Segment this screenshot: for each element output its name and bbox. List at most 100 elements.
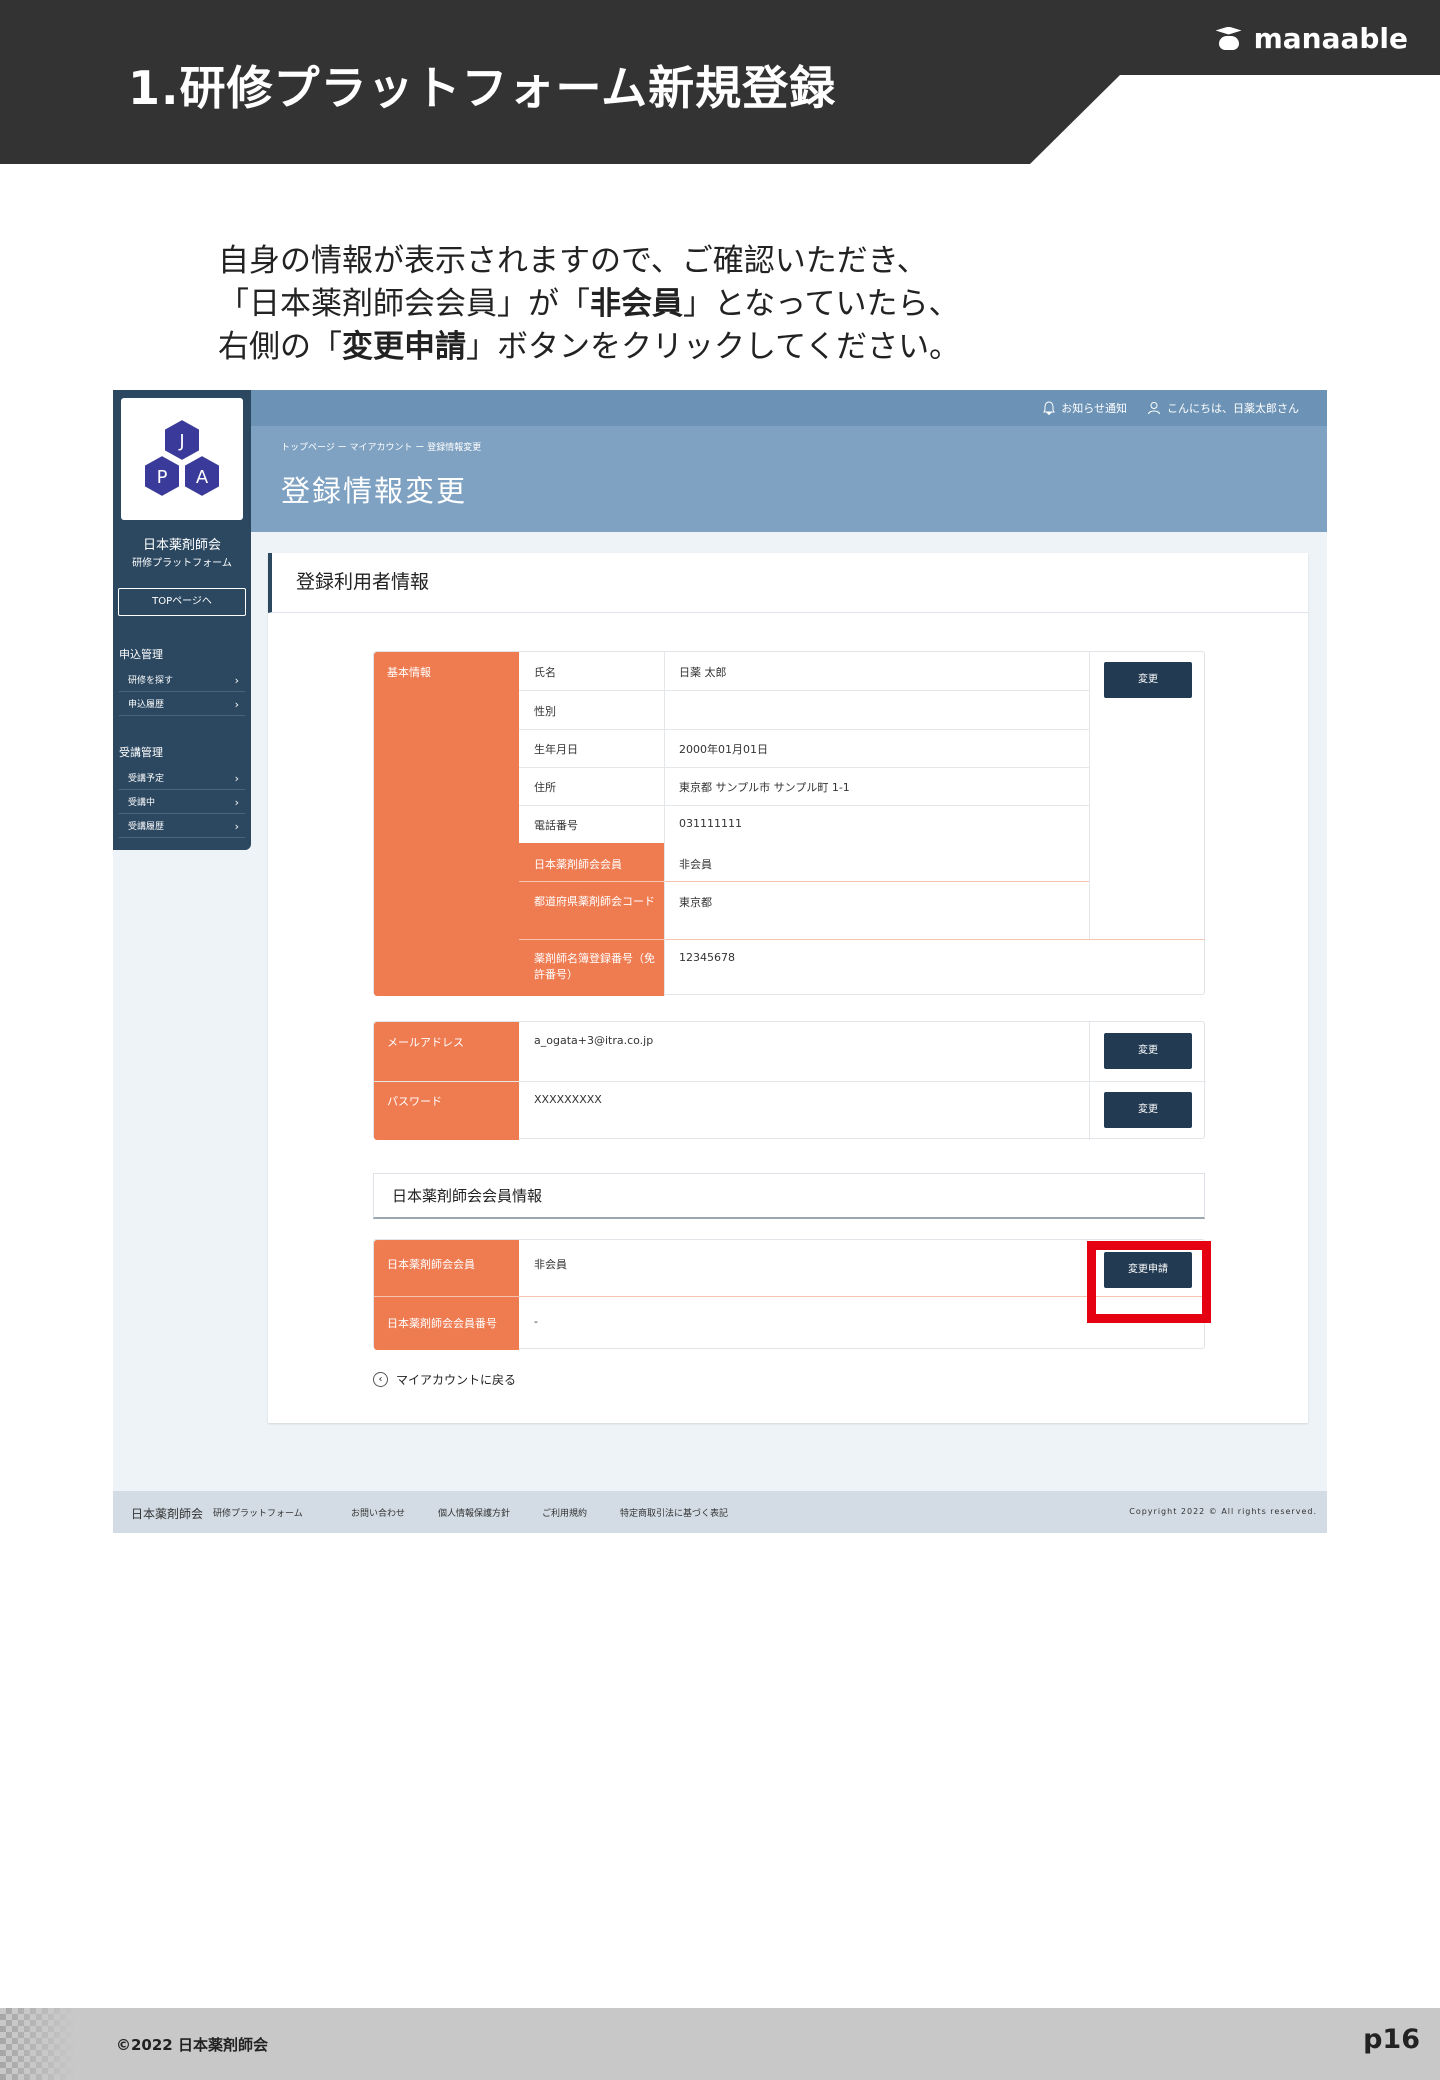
field-value: 031111111: [679, 817, 742, 830]
sidebar-section-apply: 申込管理: [119, 648, 163, 661]
member-value: 非会員: [534, 1258, 567, 1271]
row-divider: [519, 767, 1089, 768]
card-title: 登録利用者情報: [268, 553, 1308, 613]
notice-link[interactable]: お知らせ通知: [1043, 400, 1127, 416]
chevron-right-icon: ›: [234, 698, 239, 711]
user-icon: [1148, 402, 1160, 415]
slide-title: 1.研修プラットフォーム新規登録: [128, 61, 837, 115]
sidebar-item-scheduled[interactable]: 受講予定 ›: [119, 768, 245, 790]
field-label: 生年月日: [534, 743, 578, 756]
row-divider: [519, 881, 1089, 882]
member-number-label: 日本薬剤師会会員番号: [387, 1317, 497, 1330]
col-divider: [1089, 1022, 1090, 1140]
sidebar-section-attend: 受講管理: [119, 746, 163, 759]
sidebar-item-history[interactable]: 申込履歴 ›: [119, 694, 245, 716]
slide-copyright: ©2022 日本薬剤師会: [116, 2036, 268, 2054]
page-title: 登録情報変更: [281, 474, 468, 508]
instr-text: 」となっていたら、: [683, 286, 960, 322]
member-number-value: -: [534, 1315, 538, 1328]
sidebar-item-label: 申込履歴: [128, 700, 165, 710]
instr-text: 右側の「: [218, 329, 342, 365]
back-link-label: マイアカウントに戻る: [396, 1373, 517, 1387]
basic-info-table: 基本情報 氏名 日薬 太郎 性別 生年月日 2000年01月01日 住所 東京都…: [373, 651, 1205, 996]
svg-text:A: A: [196, 467, 209, 488]
breadcrumb: トップページ ー マイアカウント ー 登録情報変更: [281, 443, 482, 453]
footer-link-privacy[interactable]: 個人情報保護方針: [438, 1506, 510, 1519]
change-basic-button[interactable]: 変更: [1104, 662, 1192, 698]
row-divider: [519, 805, 1089, 806]
password-value: XXXXXXXXX: [534, 1093, 602, 1106]
registration-card: 登録利用者情報 基本情報 氏名 日薬 太郎 性別 生年月日 2000年01月01…: [268, 553, 1308, 1423]
membership-section-title: 日本薬剤師会会員情報: [373, 1173, 1205, 1219]
membership-table: 日本薬剤師会会員 非会員 日本薬剤師会会員番号 - 変更申請: [373, 1239, 1206, 1350]
instruction-line-3: 右側の「変更申請」ボタンをクリックしてください。: [218, 326, 960, 369]
instr-text: 「日本薬剤師会会員」が「: [218, 286, 590, 322]
row-divider: [519, 690, 1089, 691]
col-divider: [664, 652, 665, 996]
instruction-line-2: 「日本薬剤師会会員」が「非会員」となっていたら、: [218, 283, 960, 326]
basic-info-label: 基本情報: [387, 666, 431, 679]
footer-link-contact[interactable]: お問い合わせ: [351, 1506, 405, 1519]
field-value: 非会員: [679, 858, 712, 871]
sidebar-org-name: 日本薬剤師会: [142, 538, 221, 553]
change-password-button[interactable]: 変更: [1104, 1092, 1192, 1128]
sidebar-item-completed[interactable]: 受講履歴 ›: [119, 816, 245, 838]
highlight-box: [1087, 1241, 1211, 1323]
account-table: メールアドレス a_ogata+3@itra.co.jp パスワード XXXXX…: [373, 1021, 1206, 1140]
row-divider: [519, 842, 1089, 843]
brand-name: manaable: [1253, 22, 1408, 55]
page-number: p16: [1363, 2024, 1420, 2055]
row-divider: [519, 939, 1205, 940]
sidebar-platform: 研修プラットフォーム: [132, 558, 232, 569]
site-footer: 日本薬剤師会 研修プラットフォーム お問い合わせ 個人情報保護方針 ご利用規約 …: [113, 1491, 1327, 1533]
footer-org: 日本薬剤師会: [131, 1507, 204, 1521]
password-label: パスワード: [387, 1095, 442, 1108]
row-divider: [374, 1081, 1206, 1082]
chevron-right-icon: ›: [234, 772, 239, 785]
top-page-button[interactable]: TOPページへ: [118, 588, 246, 616]
field-value: 日薬 太郎: [679, 666, 727, 679]
field-value: 東京都 サンプル市 サンプル町 1-1: [679, 781, 850, 794]
instruction-text: 自身の情報が表示されますので、ご確認いただき、 「日本薬剤師会会員」が「非会員」…: [218, 240, 960, 369]
field-label: 都道府県薬剤師会コード: [534, 895, 655, 908]
field-label: 住所: [534, 781, 556, 794]
col-divider: [1089, 652, 1090, 939]
instr-bold: 非会員: [590, 286, 683, 322]
footer-platform: 研修プラットフォーム: [213, 1509, 303, 1519]
row-divider: [519, 729, 1089, 730]
back-to-account-link[interactable]: ‹ マイアカウントに戻る: [373, 1371, 516, 1388]
user-greeting: こんにちは、日薬太郎さん: [1167, 402, 1299, 415]
brand-logo: manaable: [1214, 22, 1408, 55]
chevron-right-icon: ›: [234, 820, 239, 833]
field-value: 2000年01月01日: [679, 743, 768, 756]
svg-text:J: J: [178, 431, 184, 452]
user-menu[interactable]: こんにちは、日薬太郎さん: [1147, 400, 1299, 416]
sidebar: J P A 日本薬剤師会 研修プラットフォーム TOPページへ 申込管理 研修を…: [113, 390, 251, 850]
chevron-left-icon: ‹: [373, 1372, 388, 1387]
bell-icon: [1043, 401, 1056, 415]
field-value: 12345678: [679, 951, 735, 964]
instr-text: 」ボタンをクリックしてください。: [466, 329, 961, 365]
sidebar-item-label: 受講予定: [128, 774, 165, 784]
row-divider: [374, 1296, 1206, 1297]
basic-info-label-cell: 基本情報: [374, 652, 519, 996]
sidebar-item-search[interactable]: 研修を探す ›: [119, 670, 245, 692]
notice-label: お知らせ通知: [1061, 402, 1127, 415]
footer-link-commerce[interactable]: 特定商取引法に基づく表記: [620, 1506, 728, 1519]
chevron-right-icon: ›: [234, 674, 239, 687]
field-label: 氏名: [534, 666, 556, 679]
email-label: メールアドレス: [387, 1036, 464, 1049]
jpa-logo: J P A: [121, 398, 243, 520]
sidebar-item-label: 受講履歴: [128, 822, 165, 832]
instruction-line-1: 自身の情報が表示されますので、ご確認いただき、: [218, 243, 928, 279]
change-email-button[interactable]: 変更: [1104, 1033, 1192, 1069]
field-label: 日本薬剤師会会員: [534, 858, 622, 871]
footer-copyright: Copyright 2022 © All rights reserved.: [1129, 1507, 1317, 1516]
sidebar-item-in-progress[interactable]: 受講中 ›: [119, 792, 245, 814]
page-header: お知らせ通知 こんにちは、日薬太郎さん トップページ ー マイアカウント ー 登…: [251, 390, 1327, 532]
jpa-logo-icon: J P A: [143, 417, 221, 499]
checker-pattern: [0, 2008, 76, 2080]
chevron-right-icon: ›: [234, 796, 239, 809]
footer-link-terms[interactable]: ご利用規約: [542, 1506, 587, 1519]
member-label: 日本薬剤師会会員: [387, 1258, 475, 1271]
